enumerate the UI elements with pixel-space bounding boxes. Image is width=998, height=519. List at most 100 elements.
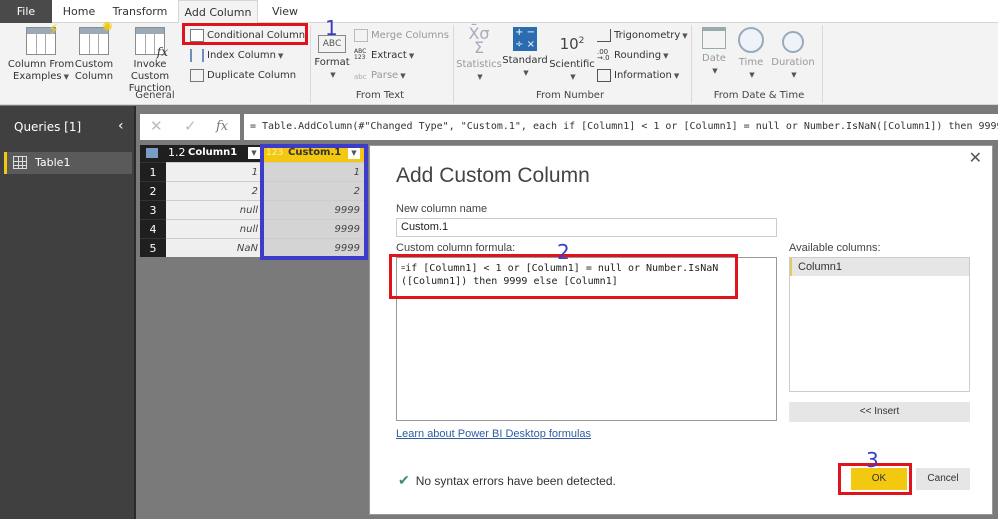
duration-button[interactable]: Duration ▼ [770, 27, 816, 81]
chevron-down-icon: ▼ [330, 71, 336, 79]
merge-columns-label: Merge Columns [371, 30, 449, 41]
formula-input[interactable]: = Table.AddColumn(#"Changed Type", "Cust… [244, 114, 998, 140]
index-column-label: Index Column [207, 50, 277, 61]
filter-dropdown-icon[interactable]: ▼ [248, 147, 260, 159]
column-from-examples-icon: ⚡ [26, 22, 59, 55]
chevron-down-icon: ▼ [712, 67, 718, 75]
invoke-custom-function-label: Invoke Custom [130, 59, 170, 82]
parse-label: Parse [371, 70, 399, 81]
column-name-input[interactable]: Custom.1 [396, 218, 777, 237]
row-number[interactable]: 1 [140, 162, 166, 181]
custom-column-label: Custom [74, 59, 114, 70]
merge-columns-button[interactable]: Merge Columns [354, 28, 449, 44]
duplicate-column-label: Duplicate Column [207, 70, 297, 81]
standard-label: Standard [502, 55, 548, 66]
statistics-icon: X̄σ Σ [468, 24, 490, 57]
add-custom-column-dialog: ✕ Add Custom Column New column name Cust… [369, 145, 993, 515]
column-from-examples-button[interactable]: ⚡ Column From Examples ▼ [6, 22, 76, 83]
information-label: Information [614, 70, 672, 81]
row-number[interactable]: 3 [140, 200, 166, 219]
chevron-down-icon: ▼ [682, 32, 688, 40]
cancel-formula-icon[interactable]: ✕ [150, 117, 163, 135]
queries-title: Queries [1] [14, 120, 82, 134]
insert-button[interactable]: << Insert [789, 402, 970, 422]
fx-icon[interactable]: fx [216, 119, 228, 134]
available-column-item[interactable]: Column1 [790, 258, 969, 276]
type-icon-decimal: 1.2 [168, 146, 186, 159]
parse-button[interactable]: abc Parse ▼ [354, 68, 406, 84]
chevron-down-icon: ▼ [278, 52, 284, 60]
group-label-from-number: From Number [535, 90, 605, 101]
tab-transform[interactable]: Transform [108, 0, 172, 23]
queries-panel: Queries [1] ‹ Table1 [0, 106, 136, 519]
available-columns-list: Column1 [789, 257, 970, 392]
table-menu-button[interactable] [140, 145, 166, 162]
invoke-function-icon: fx [135, 27, 168, 58]
trigonometry-button[interactable]: Trigonometry ▼ [597, 28, 688, 44]
custom-column-label2: Column [74, 71, 114, 82]
group-label-from-text: From Text [355, 90, 405, 101]
format-label: Format [314, 57, 350, 68]
date-button[interactable]: Date ▼ [698, 27, 730, 77]
check-icon: ✔ [398, 472, 410, 488]
index-column-button[interactable]: Index Column ▼ [190, 48, 283, 64]
date-label: Date [702, 53, 726, 64]
collapse-icon[interactable]: ‹ [118, 118, 124, 134]
trigonometry-label: Trigonometry [614, 30, 681, 41]
extract-button[interactable]: ABC 123 Extract ▼ [354, 48, 414, 64]
cell-column1[interactable]: null [166, 200, 262, 219]
custom-column-button[interactable]: ✺ Custom Column [74, 21, 114, 83]
scientific-icon: 102 [559, 35, 585, 53]
tab-file[interactable]: File [0, 0, 52, 23]
duplicate-column-icon [190, 68, 204, 82]
invoke-custom-function-button[interactable]: fx Invoke Custom Function [114, 27, 186, 95]
dialog-title: Add Custom Column [396, 164, 590, 187]
duplicate-column-button[interactable]: Duplicate Column [190, 68, 296, 84]
standard-icon: + − ÷ × [513, 27, 537, 51]
clock-icon [738, 27, 764, 53]
row-number[interactable]: 5 [140, 238, 166, 257]
parse-icon: abc [354, 72, 367, 81]
cell-column1[interactable]: 2 [166, 181, 262, 200]
row-number[interactable]: 4 [140, 219, 166, 238]
column-from-examples-label: Column From [7, 59, 75, 70]
rounding-button[interactable]: .00 →.0 Rounding ▼ [597, 48, 669, 64]
tab-home[interactable]: Home [56, 0, 102, 23]
formula-bar-buttons: ✕ ✓ fx [140, 114, 240, 140]
time-button[interactable]: Time ▼ [734, 27, 768, 81]
custom-column-icon: ✺ [79, 21, 113, 55]
cancel-button[interactable]: Cancel [916, 468, 970, 490]
information-icon [597, 68, 611, 82]
step-number-2: 2 [557, 240, 570, 264]
chevron-down-icon: ▼ [570, 73, 576, 81]
cell-column1[interactable]: null [166, 219, 262, 238]
cell-column1[interactable]: NaN [166, 238, 262, 257]
chevron-down-icon: ▼ [673, 72, 680, 80]
table-icon [146, 148, 158, 158]
tab-add-column[interactable]: Add Column [178, 0, 258, 24]
tab-view[interactable]: View [262, 0, 308, 23]
highlight-custom-column [260, 144, 368, 260]
table-icon [13, 156, 27, 169]
statistics-button[interactable]: X̄σ Σ Statistics ▼ [456, 24, 502, 83]
stopwatch-icon [782, 31, 804, 53]
information-button[interactable]: Information ▼ [597, 68, 679, 84]
cell-column1[interactable]: 1 [166, 162, 262, 181]
standard-button[interactable]: + − ÷ × Standard ▼ [502, 27, 548, 79]
column-name-label: New column name [396, 203, 488, 215]
commit-formula-icon[interactable]: ✓ [184, 117, 197, 135]
divider [310, 25, 311, 103]
query-item-table1[interactable]: Table1 [4, 152, 132, 174]
duration-label: Duration [771, 57, 815, 68]
scientific-button[interactable]: 102 Scientific ▼ [549, 27, 595, 83]
chevron-down-icon: ▼ [477, 73, 483, 81]
learn-formulas-link[interactable]: Learn about Power BI Desktop formulas [396, 428, 591, 440]
row-number[interactable]: 2 [140, 181, 166, 200]
close-icon[interactable]: ✕ [969, 148, 982, 167]
chevron-down-icon: ▼ [663, 52, 669, 60]
column-header-column1[interactable]: 1.2 Column1 ▼ [166, 145, 264, 162]
formula-label: Custom column formula: [396, 242, 516, 254]
rounding-label: Rounding [614, 50, 662, 61]
divider [453, 25, 454, 103]
time-label: Time [738, 57, 764, 68]
